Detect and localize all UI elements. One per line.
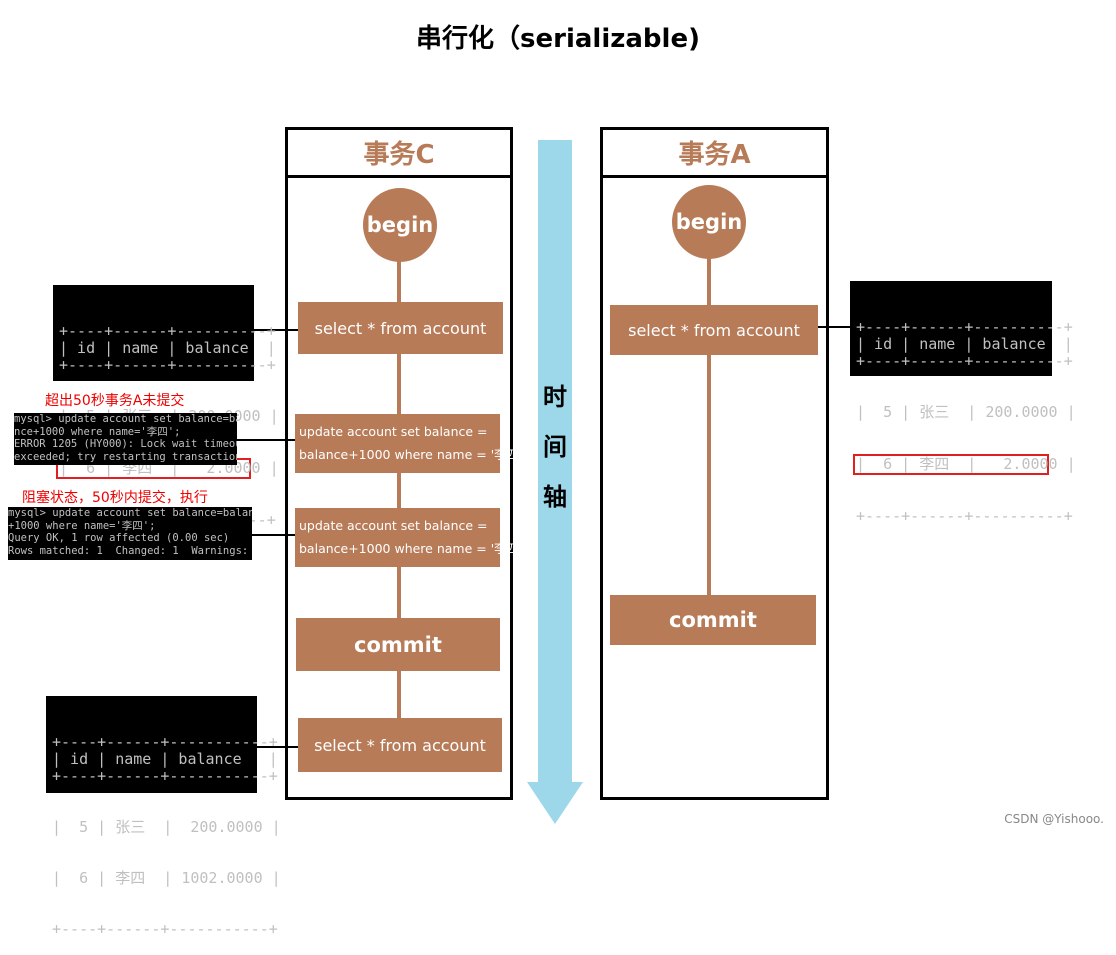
transaction-c-commit: commit [296,618,500,671]
transaction-c-select-1: select * from account [298,302,503,354]
connector-line [252,534,295,536]
transaction-c-begin: begin [363,188,437,262]
result-row-highlighted: | 6 | 李四 | 2.0000 | [853,454,1076,475]
transaction-c-header: 事务C [288,130,510,178]
update-success-log: mysql> update account set balance=balanc… [8,507,252,560]
result-footer: +----+------+-----------+ [52,920,278,938]
transaction-a-select: select * from account [610,305,818,355]
query-result-terminal-c2: +----+------+-----------+ | id | name | … [46,696,281,938]
timeline-label: 时 间 轴 [543,383,567,511]
query-result-terminal-c1: +----+------+----------+ | id | name | b… [53,285,279,529]
connector-line [818,326,850,328]
timeline-arrow-head [527,782,583,824]
page-title: 串行化（serializable) [416,24,700,54]
timeout-error-log: mysql> update account set balance=bala n… [14,413,237,465]
query-result-terminal-a: +----+------+----------+ | id | name | b… [850,281,1076,525]
timeout-annotation: 超出50秒事务A未提交 [45,393,185,409]
result-row: | 5 | 张三 | 200.0000 | [52,818,281,836]
result-header: +----+------+-----------+ | id | name | … [52,733,278,785]
transaction-a-commit: commit [610,595,816,645]
result-header: +----+------+----------+ | id | name | b… [856,318,1073,370]
result-header: +----+------+----------+ | id | name | b… [59,322,276,374]
transaction-c-update-2: update account set balance = balance+100… [295,508,523,567]
transaction-a-begin: begin [672,185,746,259]
result-row: | 5 | 张三 | 200.0000 | [856,403,1076,421]
result-row: | 6 | 李四 | 1002.0000 | [52,869,281,887]
watermark: CSDN @Yishooo. [1004,812,1104,826]
transaction-a-header: 事务A [603,130,826,178]
result-footer: +----+------+----------+ [856,507,1073,525]
blocked-annotation: 阻塞状态，50秒内提交，执行 [22,490,208,506]
transaction-c-select-2: select * from account [298,718,502,772]
transaction-c-update-1: update account set balance = balance+100… [295,414,523,473]
